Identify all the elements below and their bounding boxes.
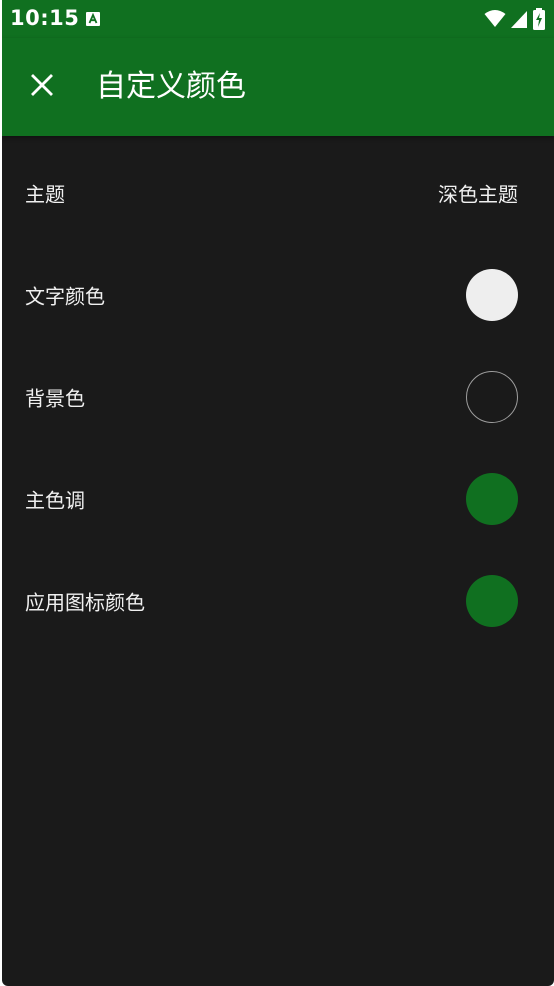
signal-icon xyxy=(510,9,528,33)
background-color-row[interactable]: 背景色 xyxy=(2,346,554,448)
close-icon xyxy=(30,73,54,101)
app-bar: 自定义颜色 xyxy=(2,38,554,136)
status-bar: 10:15 xyxy=(2,0,554,38)
status-time: 10:15 xyxy=(10,6,80,30)
theme-label: 主题 xyxy=(25,182,65,207)
theme-value: 深色主题 xyxy=(438,182,518,207)
app-icon-color-swatch[interactable] xyxy=(466,575,518,627)
screen: 10:15 自定义颜色 主题 深色主题 文字颜色 背景色 主色调 应用图标颜色 xyxy=(2,0,554,986)
background-color-label: 背景色 xyxy=(25,386,85,411)
notification-a-icon xyxy=(86,11,100,26)
wifi-icon xyxy=(484,9,506,33)
app-icon-color-row[interactable]: 应用图标颜色 xyxy=(2,550,554,652)
text-color-row[interactable]: 文字颜色 xyxy=(2,244,554,346)
app-icon-color-label: 应用图标颜色 xyxy=(25,590,145,615)
text-color-label: 文字颜色 xyxy=(25,284,105,309)
close-button[interactable] xyxy=(20,65,64,109)
status-icons xyxy=(484,8,546,34)
settings-list: 主题 深色主题 文字颜色 背景色 主色调 应用图标颜色 xyxy=(2,142,554,652)
primary-color-row[interactable]: 主色调 xyxy=(2,448,554,550)
theme-row[interactable]: 主题 深色主题 xyxy=(2,142,554,244)
background-color-swatch[interactable] xyxy=(466,371,518,423)
primary-color-swatch[interactable] xyxy=(466,473,518,525)
primary-color-label: 主色调 xyxy=(25,488,85,513)
battery-charging-icon xyxy=(532,8,546,34)
text-color-swatch[interactable] xyxy=(466,269,518,321)
page-title: 自定义颜色 xyxy=(96,69,246,104)
